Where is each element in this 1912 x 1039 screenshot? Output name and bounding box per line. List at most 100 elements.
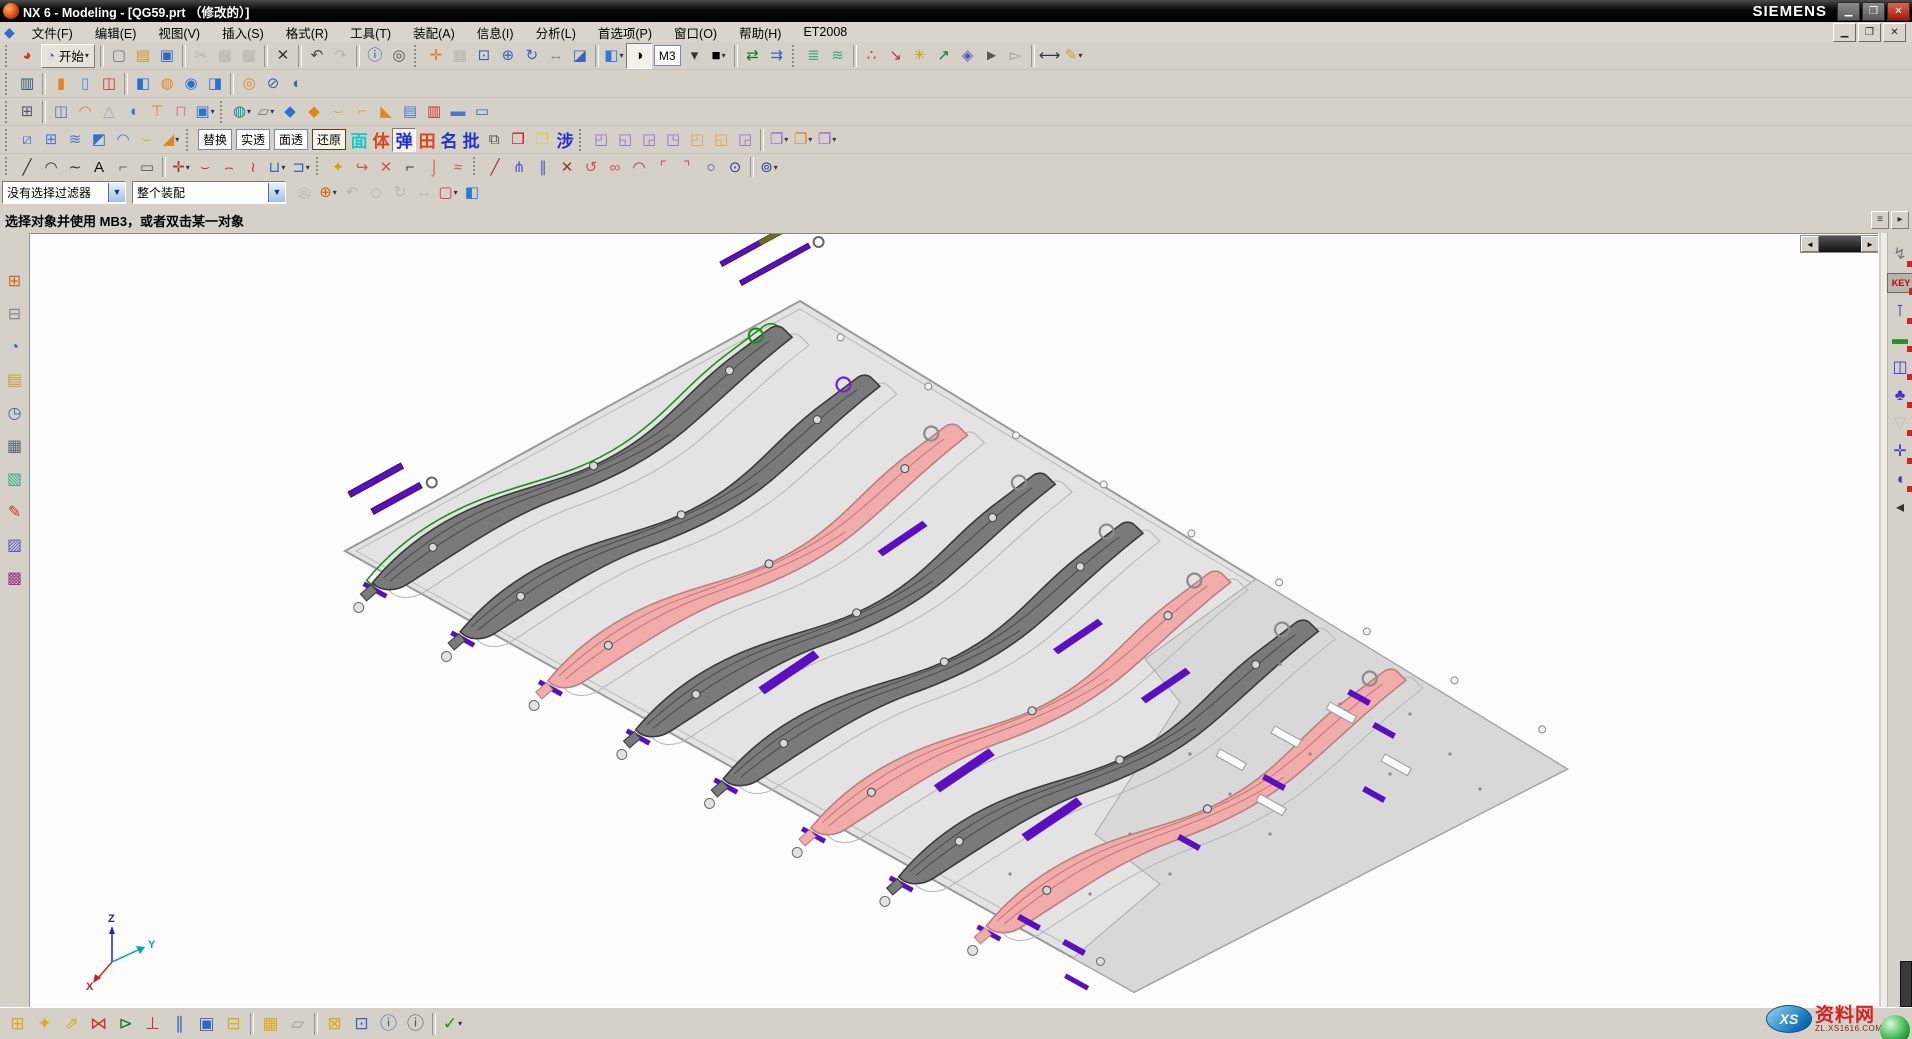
reuse-item-key[interactable]: KEY [1887, 273, 1912, 293]
tab-reuse-library[interactable]: ▤ [3, 369, 27, 393]
align-constraint-button[interactable]: ∥ [166, 1010, 193, 1037]
tab-palette[interactable]: ▧ [3, 468, 27, 492]
horizontal-scrollbar[interactable]: ◄ ► [1800, 235, 1880, 253]
replace-button[interactable]: 替换 [198, 129, 232, 150]
delete-button[interactable]: ✕ [271, 44, 295, 68]
multi-line-button[interactable]: ⋔ [507, 156, 531, 180]
shell-feature-button[interactable]: ▯ [73, 72, 97, 96]
palette-button[interactable]: ✳ [908, 44, 932, 68]
tab-feature-button[interactable]: ▭ [470, 100, 494, 124]
reuse-item-insert-green[interactable]: ▬ [1888, 327, 1912, 352]
menu-view[interactable]: 视图(V) [147, 22, 211, 42]
layer-settings-button[interactable]: ≣ [802, 44, 826, 68]
part-link-dropdown-2[interactable]: ❐▾ [791, 128, 815, 152]
spring-char-button[interactable]: 弹 [392, 128, 416, 152]
corner-curve-button[interactable]: ⌐ [398, 156, 422, 180]
tab-tools[interactable]: ✎ [3, 501, 27, 525]
deselect-cursor-button[interactable]: ▻ [1004, 44, 1028, 68]
offset-curve-button[interactable]: ⌡ [422, 156, 446, 180]
copy-mini-button[interactable]: ⧉ [482, 128, 506, 152]
through-curve-mesh-button[interactable]: ⊞ [39, 128, 63, 152]
reuse-item-trefoil-plate[interactable]: ♣ [1888, 383, 1912, 408]
part-link-dropdown-1[interactable]: ❐▾ [767, 128, 791, 152]
pull-face-button[interactable]: ◍ [155, 72, 179, 96]
find-button[interactable]: ◎ [387, 44, 411, 68]
delete-face-button[interactable]: ◫ [97, 72, 121, 96]
reuse-item-elbow[interactable]: ◖ [1888, 467, 1912, 492]
cross-line-button[interactable]: ✕ [555, 156, 579, 180]
circle-dropdown[interactable]: ⊚▾ [757, 156, 781, 180]
parallel-line-button[interactable]: ∥ [531, 156, 555, 180]
nx-app-button[interactable]: ◕ [15, 44, 39, 68]
model-scene[interactable]: ZYX [30, 234, 1878, 1008]
tab-part-navigator[interactable]: ◔ [3, 336, 27, 360]
save-button[interactable]: ▣ [155, 44, 179, 68]
move-object-button[interactable]: ⇄ [741, 44, 765, 68]
bend-button[interactable]: ⌣ [326, 100, 350, 124]
rib-button[interactable]: ▥ [422, 100, 446, 124]
sequence-button[interactable]: ▱ [284, 1010, 311, 1037]
datum-point-button[interactable]: ∴ [860, 44, 884, 68]
exploded-views-button[interactable]: ⊠ [321, 1010, 348, 1037]
fillet-corner-button[interactable]: ⌜ [651, 156, 675, 180]
minimize-button[interactable]: ▁ [1837, 2, 1860, 21]
orient-view-dropdown[interactable]: ◧▾ [602, 44, 626, 68]
clearance-analysis-button[interactable]: ⓘ [375, 1010, 402, 1037]
info-button[interactable]: ⓘ [363, 44, 387, 68]
revolve-button[interactable]: ◆ [302, 100, 326, 124]
wave-link-delete-button[interactable]: ◲ [733, 128, 757, 152]
line-button[interactable]: ╱ [15, 156, 39, 180]
tab-information[interactable]: ▦ [3, 435, 27, 459]
sweep-along-guide-button[interactable]: ◠ [111, 128, 135, 152]
perspective-button[interactable]: ◪ [568, 44, 592, 68]
face-char-button[interactable]: 面 [348, 129, 370, 151]
styled-sweep-button[interactable]: △ [97, 100, 121, 124]
simplify-curve-button[interactable]: ≈ [446, 156, 470, 180]
move-face-button[interactable]: ◧ [131, 72, 155, 96]
basic-arc-button[interactable]: ◠ [627, 156, 651, 180]
zoom-in-out-button[interactable]: ⊕ [496, 44, 520, 68]
child-minimize-button[interactable]: ▁ [1833, 23, 1856, 42]
yellow-cube-button[interactable]: ❒ [530, 128, 554, 152]
solid-translucency-button[interactable]: 实透 [236, 129, 270, 150]
cylinder-dropdown[interactable]: ⊐▾ [289, 156, 313, 180]
shaded-display-button[interactable]: ◑ [626, 43, 652, 69]
menu-et2008[interactable]: ET2008 [792, 22, 858, 42]
menu-edit[interactable]: 编辑(E) [84, 22, 148, 42]
menu-window[interactable]: 窗口(O) [663, 22, 728, 42]
shaded-cube-button[interactable]: ◧ [460, 180, 484, 204]
menu-preferences[interactable]: 首选项(P) [587, 22, 663, 42]
press-die-button[interactable]: ⊤ [145, 100, 169, 124]
scope-select[interactable]: 整个装配 ▼ [132, 181, 286, 204]
status-mini-expand-button[interactable]: ▸ [1891, 211, 1909, 229]
tab-roles[interactable]: ▩ [3, 567, 27, 591]
mesh-surface-button[interactable]: ▤ [398, 100, 422, 124]
scroll-right-icon[interactable]: ► [1861, 236, 1879, 252]
snap-direction-button[interactable]: ◈ [956, 44, 980, 68]
measure-distance-button[interactable]: ⟷ [1038, 44, 1062, 68]
new-component-button[interactable]: ✦ [31, 1010, 58, 1037]
select-cursor-button[interactable]: ► [980, 44, 1004, 68]
two-circle-button[interactable]: ∞ [603, 156, 627, 180]
wave-link-freeze-button[interactable]: ◱ [709, 128, 733, 152]
horizontal-scroll-thumb[interactable] [1819, 236, 1861, 252]
child-close-button[interactable]: ✕ [1883, 23, 1906, 42]
profile-button[interactable]: ⌐ [111, 156, 135, 180]
divide-curve-button[interactable]: ≀ [241, 156, 265, 180]
graphics-window[interactable]: ZYX [30, 233, 1878, 1007]
pocket-dropdown[interactable]: ⊔▾ [265, 156, 289, 180]
assembly-check-dropdown[interactable]: ✓▾ [439, 1010, 466, 1037]
red-cube-button[interactable]: ❒ [506, 128, 530, 152]
replace-face-button[interactable]: ◨ [203, 72, 227, 96]
reuse-item-wrench[interactable]: ↯ [1888, 242, 1912, 267]
snap-point-dropdown[interactable]: ⊕▾ [316, 180, 340, 204]
right-scroll-track[interactable] [1881, 233, 1888, 1007]
wave-link-copy-button[interactable]: ◲ [637, 128, 661, 152]
ruled-surface-button[interactable]: ⧄ [15, 128, 39, 152]
perpendicular-constraint-button[interactable]: ⊥ [139, 1010, 166, 1037]
point-dropdown[interactable]: ✛▾ [169, 156, 193, 180]
conic-button[interactable]: ∼ [63, 156, 87, 180]
block-dropdown[interactable]: ▣▾ [193, 100, 217, 124]
menu-file[interactable]: 文件(F) [21, 22, 84, 42]
body-char-button[interactable]: 体 [370, 129, 392, 151]
